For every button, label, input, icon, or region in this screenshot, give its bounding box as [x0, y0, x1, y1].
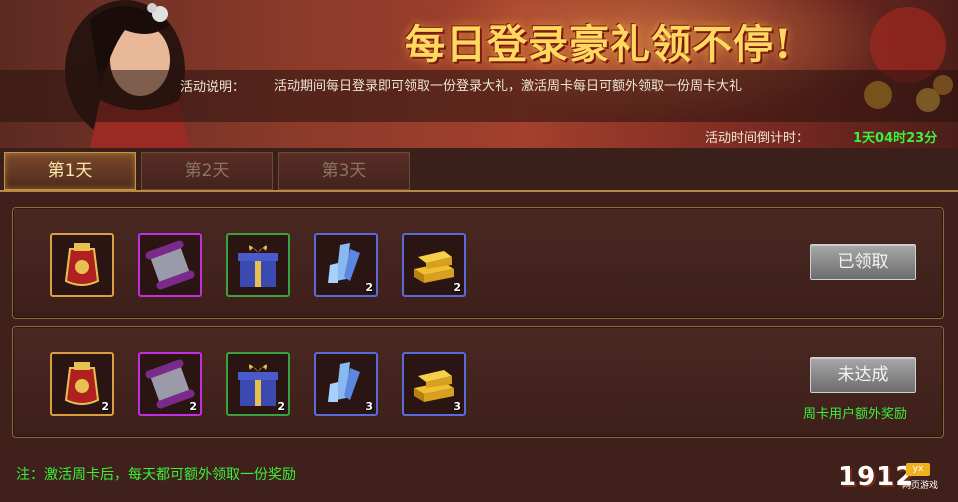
item-count: 2 — [453, 281, 461, 294]
daily-reward-row: 2 2 已领取 — [12, 207, 944, 319]
description-text: 活动期间每日登录即可领取一份登录大礼，激活周卡每日可额外领取一份周卡大礼 — [274, 79, 743, 94]
item-count: 2 — [277, 400, 285, 413]
weekly-card-extra-label: 周卡用户额外奖励 — [803, 407, 908, 422]
reward-slot[interactable] — [138, 233, 202, 297]
reward-slot[interactable] — [226, 233, 290, 297]
not-reached-button[interactable]: 未达成 — [810, 357, 916, 393]
claimed-button[interactable]: 已领取 — [810, 244, 916, 280]
gift-box-icon — [238, 245, 278, 287]
reward-slot[interactable]: 2 — [138, 352, 202, 416]
countdown-label: 活动时间倒计时： — [705, 131, 810, 146]
reward-slot[interactable]: 3 — [314, 352, 378, 416]
item-count: 2 — [101, 400, 109, 413]
scroll-icon — [145, 240, 195, 290]
tab-day-2[interactable]: 第2天 — [141, 152, 273, 190]
reward-slot[interactable]: 2 — [402, 233, 466, 297]
item-count: 2 — [365, 281, 373, 294]
item-count: 3 — [453, 400, 461, 413]
banner-title: 每日登录豪礼领不停! — [405, 21, 793, 68]
reward-slot[interactable]: 2 — [314, 233, 378, 297]
weekly-card-reward-row: 2 2 2 3 3 未达成 周卡用户额外奖励 — [12, 326, 944, 438]
reward-slot[interactable]: 2 — [50, 352, 114, 416]
description-label: 活动说明： — [180, 80, 246, 95]
reward-slot[interactable] — [50, 233, 114, 297]
tab-day-1[interactable]: 第1天 — [4, 152, 136, 190]
site-logo-badge: yx — [906, 463, 930, 476]
reward-slot[interactable]: 3 — [402, 352, 466, 416]
event-banner: 每日登录豪礼领不停! 活动说明： 活动期间每日登录即可领取一份登录大礼，激活周卡… — [0, 0, 958, 148]
tab-day-3[interactable]: 第3天 — [278, 152, 410, 190]
footer-note: 注：激活周卡后，每天都可额外领取一份奖励 — [16, 467, 296, 483]
site-logo-subtitle: 网页游戏 — [902, 481, 939, 491]
item-count: 3 — [365, 400, 373, 413]
red-pouch-icon — [64, 243, 100, 286]
reward-slot[interactable]: 2 — [226, 352, 290, 416]
countdown-value: 1天04时23分 — [853, 131, 938, 146]
item-count: 2 — [189, 400, 197, 413]
